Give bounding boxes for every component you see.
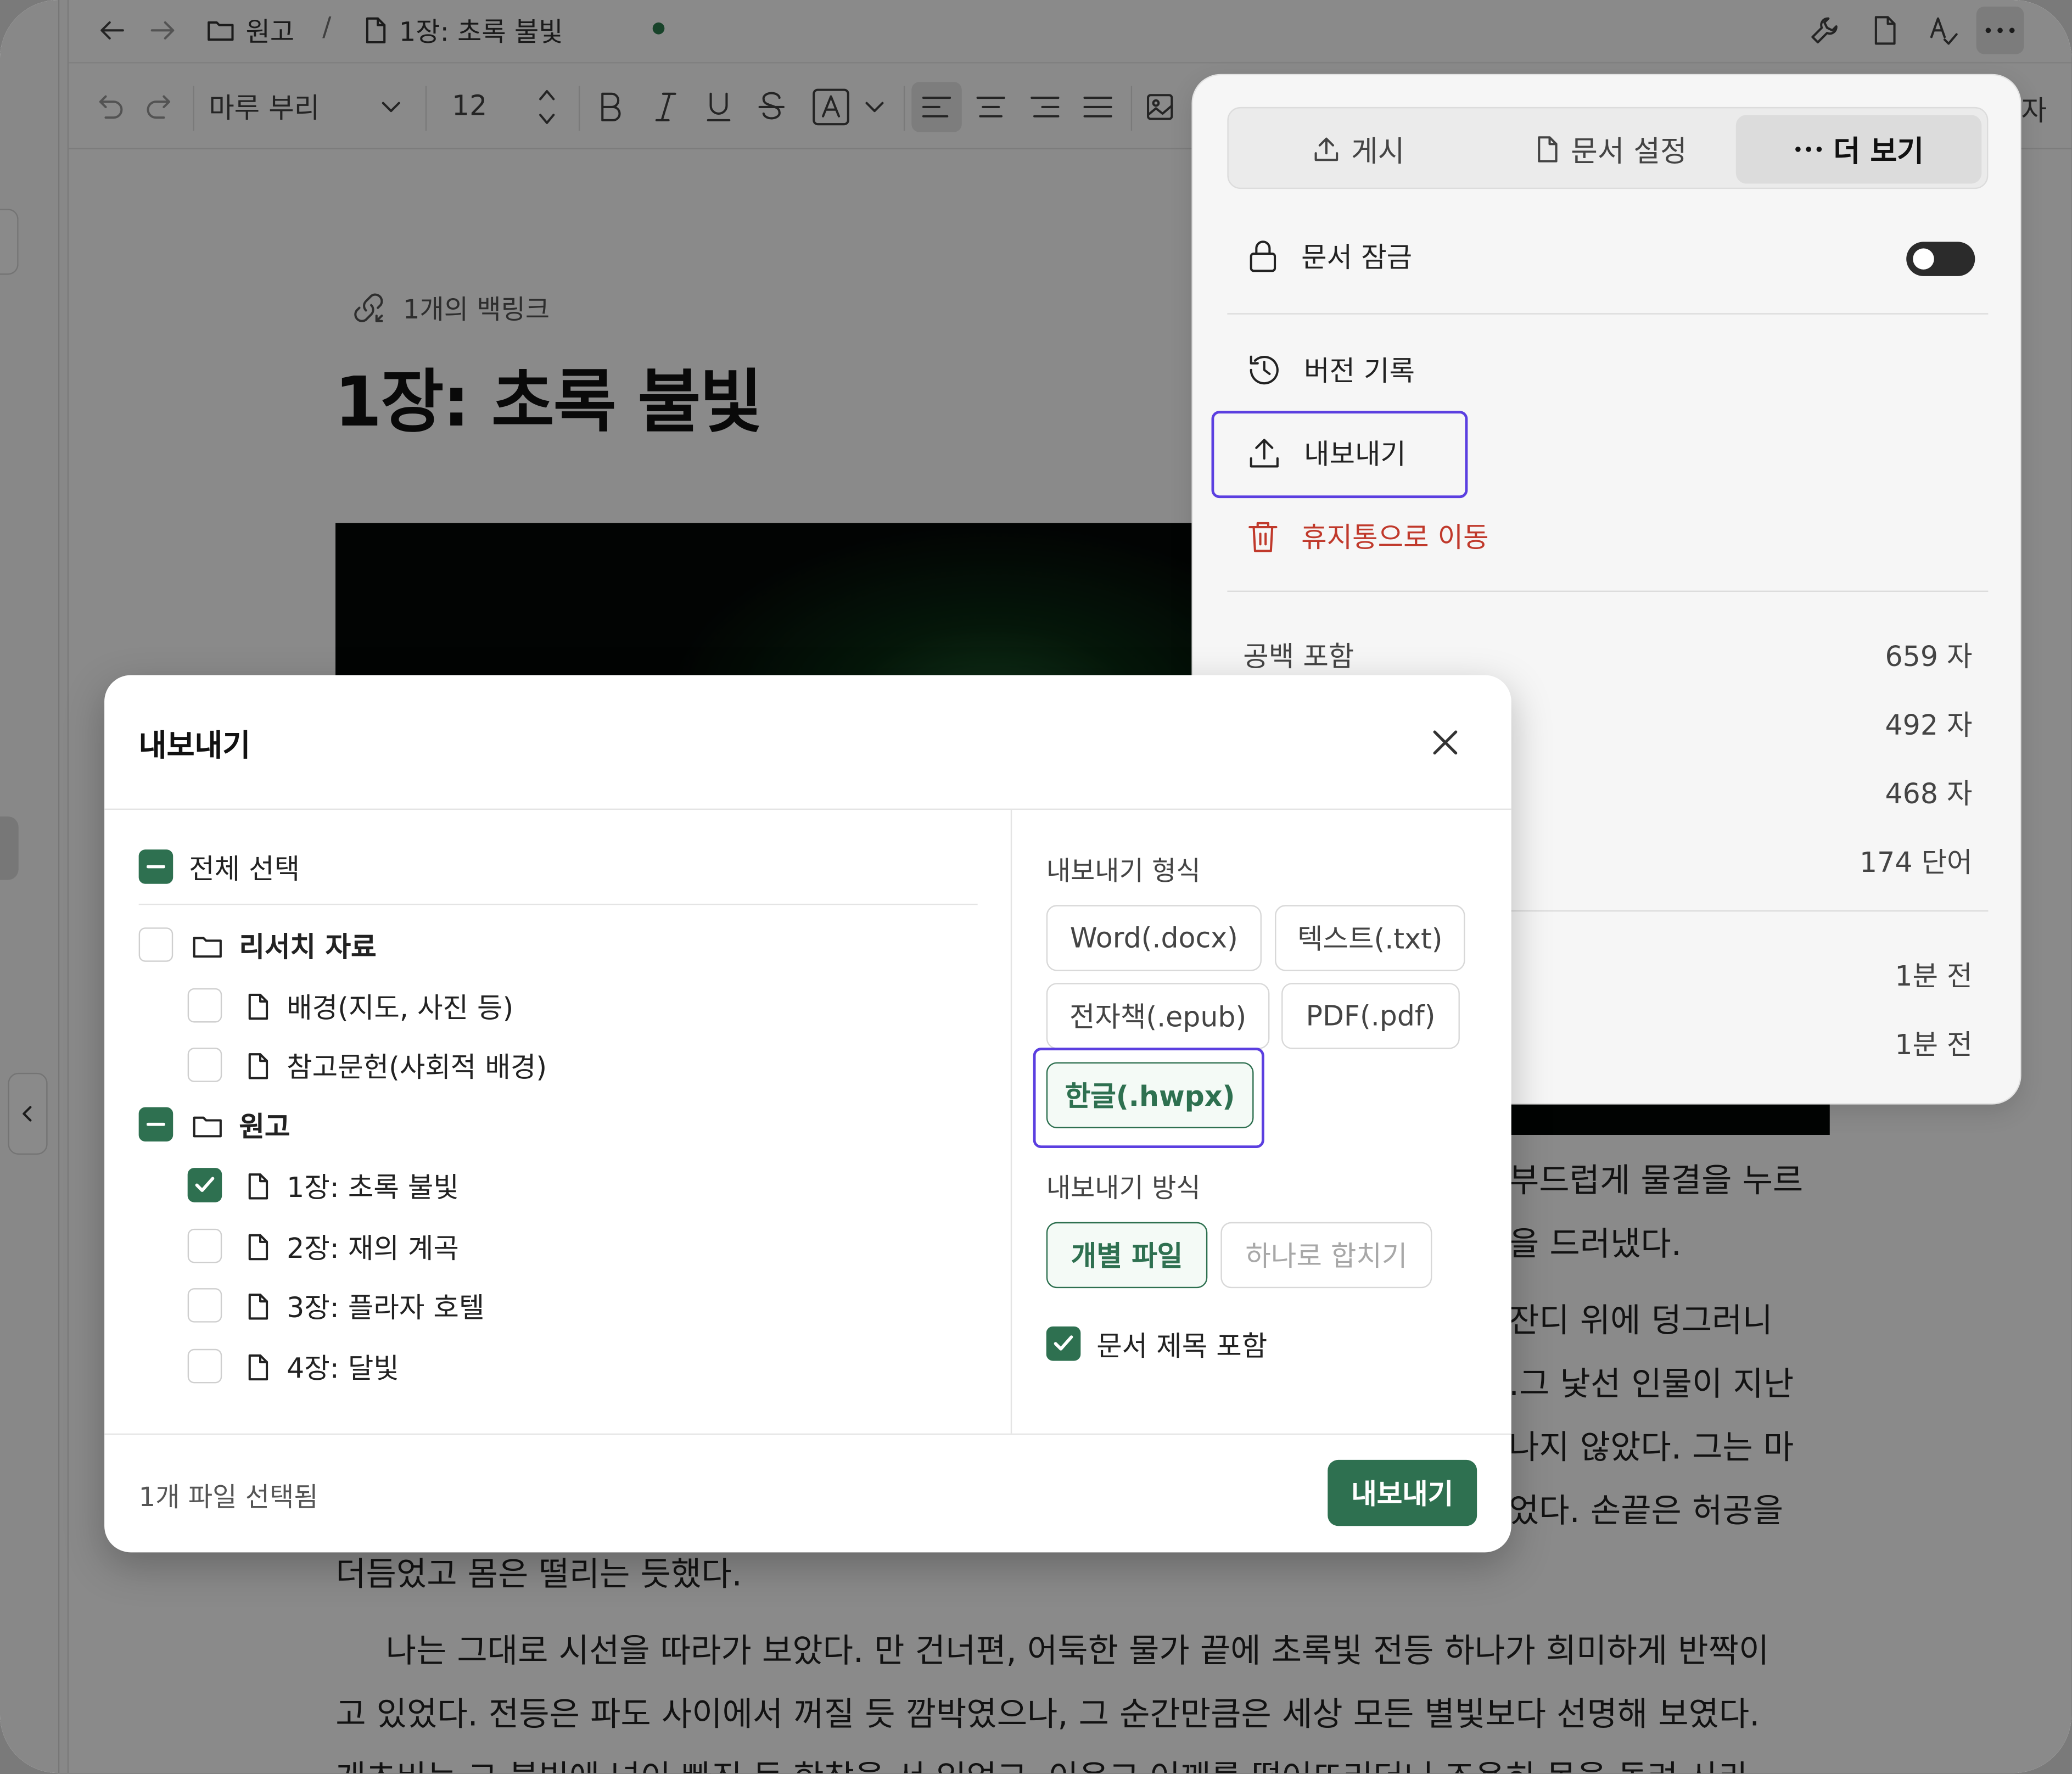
tab-more[interactable]: 더 보기 [1735, 115, 1982, 184]
select-all-checkbox[interactable] [138, 849, 173, 884]
method-individual-button[interactable]: 개별 파일 [1046, 1222, 1208, 1289]
move-to-trash-label: 휴지통으로 이동 [1301, 522, 1489, 554]
tree-file-row[interactable]: 3장: 플라자 호텔 [244, 1287, 484, 1327]
tree-checkbox[interactable] [187, 1048, 222, 1082]
tree-file-row[interactable]: 참고문헌(사회적 배경) [244, 1047, 547, 1086]
document-icon [248, 1053, 268, 1079]
tree-checkbox[interactable] [187, 1228, 222, 1263]
tree-file-label: 1장: 초록 불빛 [287, 1172, 459, 1204]
timestamp-value: 1분 전 [1895, 960, 1973, 993]
close-icon [1433, 730, 1458, 755]
document-icon [248, 1173, 268, 1200]
tree-checkbox[interactable] [187, 1348, 222, 1384]
stat-value: 174 단어 [1860, 847, 1973, 879]
dialog-title: 내보내기 [138, 729, 251, 764]
version-history-item[interactable]: 버전 기록 [1246, 350, 1415, 390]
document-icon [1538, 136, 1558, 163]
format-section-label: 내보내기 형식 [1046, 854, 1201, 887]
tree-folder-label: 리서치 자료 [239, 931, 377, 964]
tree-file-label: 배경(지도, 사진 등) [287, 992, 514, 1024]
dialog-divider [104, 808, 1511, 810]
tree-file-row[interactable]: 2장: 재의 계곡 [244, 1227, 459, 1267]
tree-checkbox[interactable] [187, 1168, 222, 1202]
document-icon [248, 993, 268, 1020]
lock-icon [1250, 240, 1276, 272]
version-history-label: 버전 기록 [1303, 355, 1415, 388]
check-icon [1054, 1335, 1073, 1351]
tree-folder-label: 원고 [239, 1111, 290, 1143]
select-all-label[interactable]: 전체 선택 [189, 848, 300, 888]
upload-icon [1314, 137, 1338, 161]
minus-icon [147, 865, 165, 869]
document-icon [248, 1234, 268, 1261]
timestamp-value: 1분 전 [1895, 1029, 1973, 1061]
tab-more-label: 더 보기 [1833, 136, 1924, 169]
tree-file-label: 참고문헌(사회적 배경) [287, 1051, 547, 1084]
document-icon [248, 1294, 268, 1320]
tree-checkbox[interactable] [187, 988, 222, 1023]
format-pdf-button[interactable]: PDF(.pdf) [1281, 983, 1460, 1049]
format-highlight [1033, 1048, 1264, 1149]
export-dialog: 내보내기 전체 선택 리서치 자료 배경(지도, 사진 등) 참고문헌(사회적 … [104, 675, 1511, 1553]
app-window: 원고 / 1장: 초록 불빛 마루 부리 12 자 1개의 백링크 1장: 초록… [0, 0, 2071, 1773]
export-submit-button[interactable]: 내보내기 [1328, 1459, 1477, 1526]
stat-value: 468 자 [1885, 778, 1973, 810]
panel-tab-bar: 게시 문서 설정 더 보기 [1227, 107, 1989, 189]
tree-file-row[interactable]: 4장: 달빛 [244, 1347, 399, 1387]
move-to-trash-item[interactable]: 휴지통으로 이동 [1246, 517, 1489, 556]
format-txt-button[interactable]: 텍스트(.txt) [1275, 905, 1465, 971]
document-icon [248, 1354, 268, 1381]
tree-file-label: 2장: 재의 계곡 [287, 1233, 459, 1264]
stat-value: 659 자 [1885, 641, 1973, 673]
ellipsis-icon [1795, 147, 1822, 152]
tree-file-row[interactable]: 배경(지도, 사진 등) [244, 987, 513, 1026]
format-docx-button[interactable]: Word(.docx) [1046, 905, 1262, 971]
tree-checkbox[interactable] [187, 1288, 222, 1323]
include-title-checkbox[interactable] [1046, 1326, 1081, 1361]
tree-divider [138, 903, 978, 905]
export-item-highlight [1211, 411, 1468, 499]
tree-file-label: 3장: 플라자 호텔 [287, 1292, 485, 1324]
stat-row: 공백 포함 659 자 [1243, 635, 1972, 675]
tab-publish-label: 게시 [1351, 136, 1405, 169]
tree-folder-row[interactable]: 원고 [192, 1106, 290, 1145]
close-button[interactable] [1423, 720, 1468, 765]
tab-publish[interactable]: 게시 [1229, 115, 1488, 183]
tab-document-settings[interactable]: 문서 설정 [1487, 115, 1733, 183]
tree-file-label: 4장: 달빛 [287, 1353, 399, 1385]
dialog-column-divider [1010, 810, 1012, 1434]
format-epub-button[interactable]: 전자책(.epub) [1046, 983, 1270, 1049]
tree-folder-row[interactable]: 리서치 자료 [192, 926, 377, 966]
panel-divider [1227, 313, 1989, 315]
method-section-label: 내보내기 방식 [1046, 1172, 1201, 1204]
folder-icon [193, 937, 222, 958]
trash-icon [1248, 522, 1278, 552]
document-lock-label: 문서 잠금 [1301, 242, 1413, 274]
stat-label: 공백 포함 [1243, 641, 1354, 673]
minus-icon [147, 1122, 165, 1126]
check-icon [195, 1177, 215, 1192]
tree-checkbox[interactable] [138, 927, 173, 962]
document-lock-toggle[interactable] [1906, 242, 1975, 276]
method-merge-button[interactable]: 하나로 합치기 [1220, 1222, 1432, 1289]
tab-settings-label: 문서 설정 [1571, 136, 1687, 169]
stat-value: 492 자 [1885, 709, 1973, 741]
panel-divider [1227, 590, 1989, 592]
history-icon [1250, 355, 1279, 385]
folder-icon [193, 1116, 222, 1138]
include-title-label[interactable]: 문서 제목 포함 [1096, 1325, 1267, 1364]
tree-file-row[interactable]: 1장: 초록 불빛 [244, 1167, 459, 1206]
selection-status: 1개 파일 선택됨 [138, 1481, 318, 1513]
document-lock-row: 문서 잠금 [1246, 237, 1412, 276]
tree-checkbox[interactable] [138, 1107, 173, 1141]
dialog-divider [104, 1433, 1511, 1435]
